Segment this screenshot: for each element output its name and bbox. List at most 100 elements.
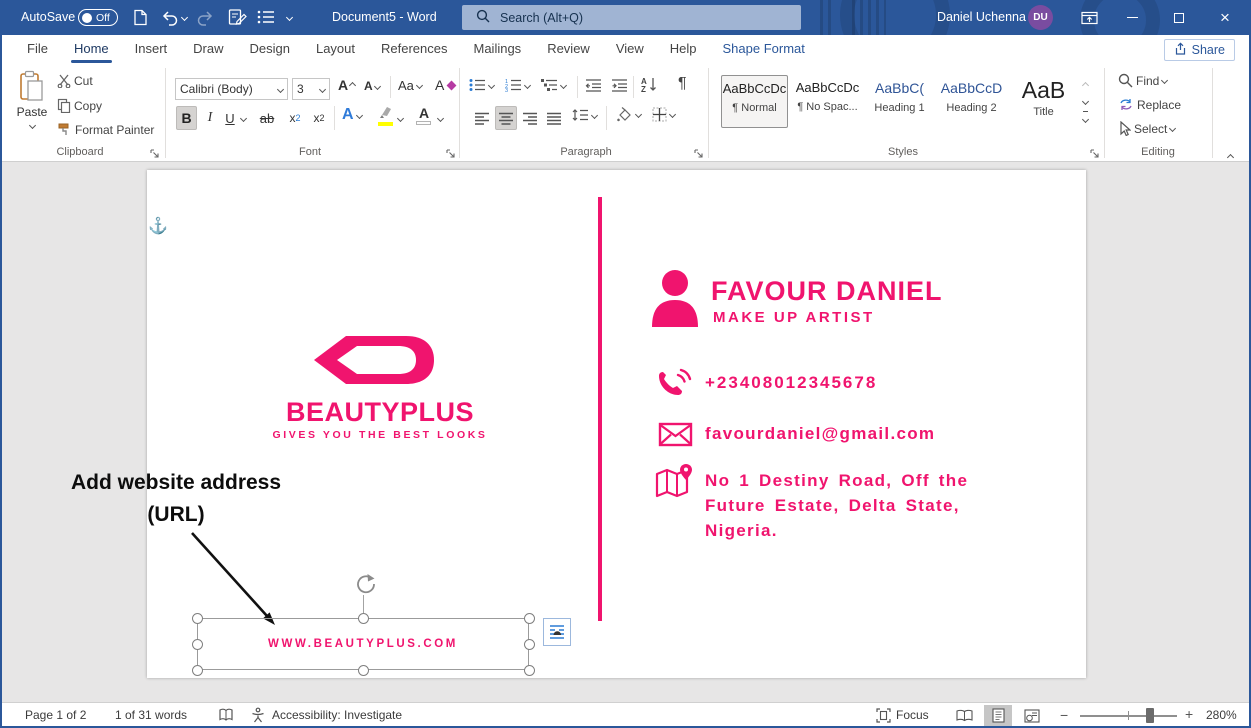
redo-button[interactable] <box>197 9 215 31</box>
layout-options-button[interactable] <box>543 618 571 646</box>
tab-layout[interactable]: Layout <box>303 35 368 64</box>
grow-font-button[interactable]: A <box>338 77 355 93</box>
beautyplus-logo[interactable] <box>310 332 438 388</box>
undo-dropdown-icon[interactable] <box>181 14 188 21</box>
line-spacing-button[interactable] <box>572 108 597 122</box>
tab-home[interactable]: Home <box>61 35 122 64</box>
selection-handle-s[interactable] <box>358 665 369 676</box>
numbering-button[interactable]: 123 <box>505 78 530 92</box>
rotate-handle-icon[interactable] <box>353 572 377 596</box>
select-button[interactable]: Select <box>1118 121 1175 136</box>
clear-formatting-button[interactable]: A <box>435 77 455 93</box>
selection-handle-sw[interactable] <box>192 665 203 676</box>
borders-button[interactable] <box>652 107 675 122</box>
selection-handle-se[interactable] <box>524 665 535 676</box>
new-document-icon[interactable] <box>133 9 148 31</box>
tab-help[interactable]: Help <box>657 35 710 64</box>
page-indicator[interactable]: Page 1 of 2 <box>25 708 86 722</box>
word-count[interactable]: 1 of 31 words <box>115 708 187 722</box>
avatar[interactable]: DU <box>1028 5 1053 30</box>
list-bullets-icon[interactable] <box>257 9 275 30</box>
paste-button[interactable]: Paste <box>10 70 54 144</box>
selection-handle-nw[interactable] <box>192 613 203 624</box>
zoom-out-button[interactable]: − <box>1060 707 1068 723</box>
superscript-button[interactable]: x2 <box>308 106 330 130</box>
read-mode-button[interactable] <box>950 705 978 726</box>
selection-handle-ne[interactable] <box>524 613 535 624</box>
minimize-button[interactable] <box>1115 0 1149 35</box>
styles-gallery-more-button[interactable] <box>1083 111 1088 127</box>
font-color-button[interactable]: A <box>416 105 432 125</box>
user-name[interactable]: Daniel Uchenna <box>937 10 1026 24</box>
sort-button[interactable]: AZ <box>641 76 659 96</box>
justify-button[interactable] <box>543 106 565 130</box>
focus-button[interactable]: Focus <box>896 708 929 722</box>
tab-view[interactable]: View <box>603 35 657 64</box>
customize-qat-icon[interactable] <box>286 14 293 21</box>
font-dialog-launcher[interactable] <box>446 148 456 158</box>
tab-draw[interactable]: Draw <box>180 35 236 64</box>
style-title[interactable]: AaB Title <box>1010 75 1077 128</box>
clipboard-dialog-launcher[interactable] <box>150 148 160 158</box>
proofing-icon[interactable] <box>218 707 234 726</box>
decrease-indent-button[interactable] <box>585 78 602 95</box>
selection-handle-e[interactable] <box>524 639 535 650</box>
ribbon-display-options-button[interactable] <box>1072 0 1106 35</box>
highlight-dropdown-icon[interactable] <box>397 115 404 122</box>
font-size-select[interactable]: 3 <box>292 78 330 100</box>
zoom-in-button[interactable]: + <box>1185 706 1193 722</box>
find-button[interactable]: Find <box>1118 73 1167 88</box>
shading-button[interactable] <box>615 107 641 122</box>
increase-indent-button[interactable] <box>611 78 628 95</box>
align-left-button[interactable] <box>471 106 493 130</box>
tab-mailings[interactable]: Mailings <box>461 35 535 64</box>
maximize-button[interactable] <box>1162 0 1196 35</box>
print-layout-button[interactable] <box>984 705 1012 726</box>
copy-button[interactable]: Copy <box>57 98 102 113</box>
text-effects-button[interactable]: A <box>342 106 362 124</box>
styles-scroll-up-button[interactable] <box>1083 76 1088 90</box>
bullets-button[interactable] <box>469 78 494 92</box>
autosave-toggle[interactable]: Off <box>78 9 118 26</box>
style-normal[interactable]: AaBbCcDc ¶ Normal <box>721 75 788 128</box>
tab-review[interactable]: Review <box>534 35 603 64</box>
subscript-button[interactable]: x2 <box>284 106 306 130</box>
underline-button[interactable]: U <box>221 106 239 130</box>
tab-insert[interactable]: Insert <box>122 35 181 64</box>
align-center-button[interactable] <box>495 106 517 130</box>
undo-button[interactable] <box>160 9 178 31</box>
document-area[interactable]: ⚓ BEAUTYPLUS GIVES YOU THE BEST LOOKS Ad… <box>0 162 1251 702</box>
selection-handle-n[interactable] <box>358 613 369 624</box>
accessibility-status[interactable]: Accessibility: Investigate <box>272 708 402 722</box>
format-painter-button[interactable]: Format Painter <box>57 122 154 137</box>
font-name-select[interactable]: Calibri (Body) <box>175 78 288 100</box>
style-heading1[interactable]: AaBbC( Heading 1 <box>866 75 933 128</box>
zoom-slider-handle[interactable] <box>1146 708 1154 723</box>
journal-pen-icon[interactable] <box>228 8 247 31</box>
accessibility-icon[interactable] <box>250 707 266 726</box>
zoom-level[interactable]: 280% <box>1206 708 1237 722</box>
cut-button[interactable]: Cut <box>57 74 93 88</box>
italic-button[interactable]: I <box>201 106 219 130</box>
bold-button[interactable]: B <box>176 106 197 130</box>
multilevel-list-button[interactable] <box>541 78 566 92</box>
paragraph-dialog-launcher[interactable] <box>694 148 704 158</box>
styles-dialog-launcher[interactable] <box>1090 148 1100 158</box>
align-right-button[interactable] <box>519 106 541 130</box>
close-button[interactable]: × <box>1208 0 1242 35</box>
tab-references[interactable]: References <box>368 35 460 64</box>
share-button[interactable]: Share <box>1164 39 1235 61</box>
shrink-font-button[interactable]: A <box>364 79 380 93</box>
search-input[interactable]: Search (Alt+Q) <box>462 5 801 30</box>
style-no-spacing[interactable]: AaBbCcDc ¶ No Spac... <box>794 75 861 128</box>
collapse-ribbon-button[interactable] <box>1228 148 1233 162</box>
styles-scroll-down-button[interactable] <box>1083 95 1088 109</box>
strikethrough-button[interactable]: ab <box>256 106 278 130</box>
underline-dropdown-icon[interactable] <box>240 115 247 122</box>
selection-handle-w[interactable] <box>192 639 203 650</box>
replace-button[interactable]: Replace <box>1118 97 1181 112</box>
highlight-button[interactable] <box>378 106 394 126</box>
tab-file[interactable]: File <box>14 35 61 64</box>
website-textbox[interactable]: WWW.BEAUTYPLUS.COM <box>197 618 529 670</box>
show-marks-button[interactable]: ¶ <box>678 75 687 93</box>
